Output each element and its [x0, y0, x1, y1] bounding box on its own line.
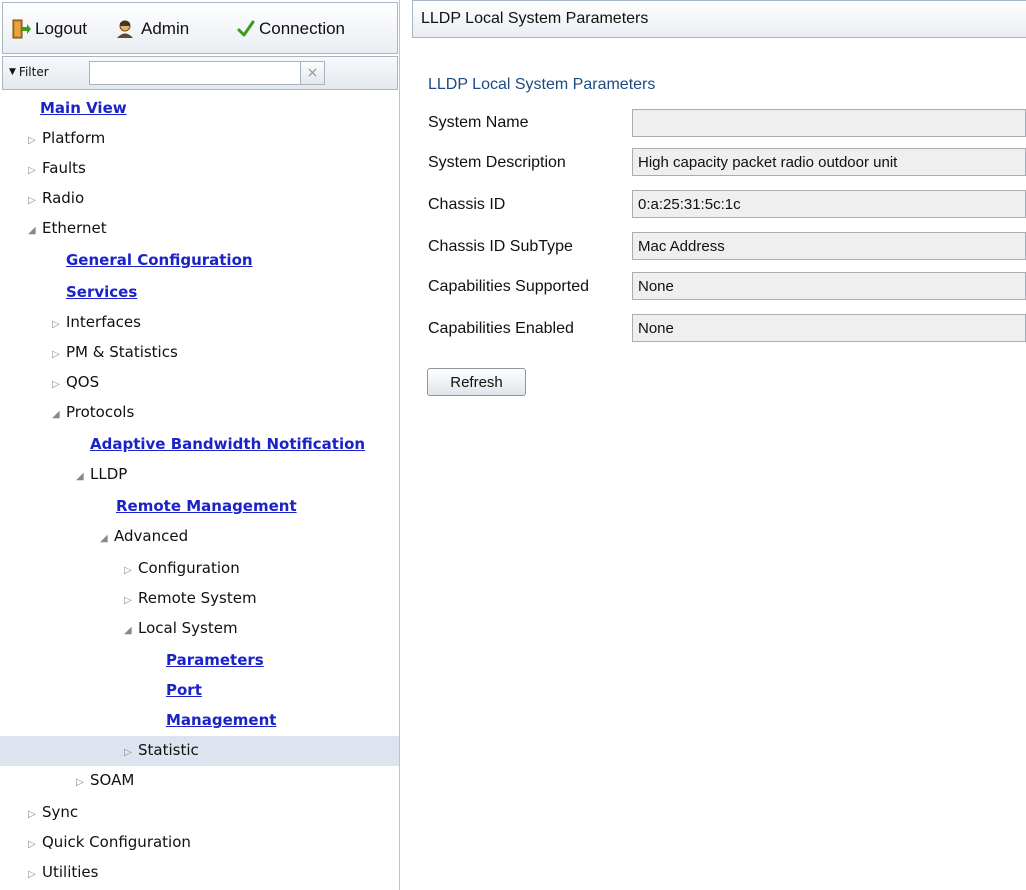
chevron-right-icon: ▷ [52, 379, 60, 390]
page-title: LLDP Local System Parameters [412, 0, 1026, 38]
refresh-button[interactable]: Refresh [427, 368, 526, 396]
tree-item-qos[interactable]: ▷ QOS [52, 368, 99, 396]
tree-item-label: PM & Statistics [66, 343, 178, 361]
tree-item-label: Quick Configuration [42, 833, 191, 851]
tree-item-label: Protocols [66, 403, 135, 421]
tree-item-faults[interactable]: ▷ Faults [28, 154, 86, 182]
tree-item-sync[interactable]: ▷ Sync [28, 798, 78, 826]
chevron-down-icon: ▼ [9, 67, 16, 77]
chevron-right-icon: ▷ [28, 195, 36, 206]
system-name-label: System Name [428, 114, 529, 131]
tree-item-label: Local System [138, 619, 238, 637]
tree-item-label: Radio [42, 189, 85, 207]
clear-icon[interactable]: × [301, 61, 325, 85]
checkmark-icon [237, 19, 255, 39]
tree-item-statistic[interactable]: ▷ Statistic [124, 736, 199, 764]
tree-item-label: Platform [42, 129, 106, 147]
filter-label: Filter [18, 65, 49, 79]
chassis-id-subtype-field[interactable] [632, 232, 1026, 260]
tree-item-utilities[interactable]: ▷ Utilities [28, 858, 98, 886]
tree-item-radio[interactable]: ▷ Radio [28, 184, 84, 212]
chevron-right-icon: ▷ [28, 165, 36, 176]
tree-item-label: Remote System [138, 589, 257, 607]
chassis-id-field[interactable] [632, 190, 1026, 218]
tree-item-ethernet[interactable]: ◢ Ethernet [28, 214, 107, 242]
tree-item-label: Sync [42, 803, 79, 821]
chevron-right-icon: ▷ [124, 595, 132, 606]
tree-item-port[interactable]: Port [166, 676, 202, 704]
system-description-field[interactable] [632, 148, 1026, 176]
tree-selection-highlight [0, 736, 399, 766]
tree-item-soam[interactable]: ▷ SOAM [76, 766, 134, 794]
connection-label: Connection [259, 19, 346, 38]
tree-item-remote-management[interactable]: Remote Management [116, 492, 297, 520]
tree-item-label: Interfaces [66, 313, 141, 331]
tree-item-label: Faults [42, 159, 86, 177]
capabilities-enabled-field[interactable] [632, 314, 1026, 342]
tree-item-label: Advanced [114, 527, 189, 545]
tree-item-main-view[interactable]: Main View [40, 94, 127, 122]
chevron-right-icon: ▷ [52, 349, 60, 360]
tree-item-label: Ethernet [42, 219, 107, 237]
filter-toggle[interactable]: ▼ Filter [9, 65, 49, 79]
capabilities-supported-field[interactable] [632, 272, 1026, 300]
chevron-right-icon: ▷ [28, 839, 36, 850]
connection-status[interactable]: Connection [237, 17, 345, 41]
chevron-down-icon: ◢ [124, 625, 132, 636]
chevron-right-icon: ▷ [52, 319, 60, 330]
tree-item-platform[interactable]: ▷ Platform [28, 124, 105, 152]
system-description-label: System Description [428, 154, 566, 171]
tree-item-interfaces[interactable]: ▷ Interfaces [52, 308, 141, 336]
tree-item-label: LLDP [90, 465, 128, 483]
tree-item-pm-statistics[interactable]: ▷ PM & Statistics [52, 338, 178, 366]
filter-bar: ▼ Filter × [2, 56, 398, 90]
tree-item-adaptive-bandwidth-notification[interactable]: Adaptive Bandwidth Notification [90, 430, 365, 458]
door-exit-icon [11, 19, 31, 39]
capabilities-supported-label: Capabilities Supported [428, 278, 589, 295]
tree-item-services[interactable]: Services [66, 278, 137, 306]
tree-item-configuration[interactable]: ▷ Configuration [124, 554, 240, 582]
tree-item-label: SOAM [90, 771, 135, 789]
chassis-id-subtype-label: Chassis ID SubType [428, 238, 573, 255]
chevron-right-icon: ▷ [124, 565, 132, 576]
chevron-down-icon: ◢ [52, 409, 60, 420]
tree-item-general-configuration[interactable]: General Configuration [66, 246, 253, 274]
tree-item-advanced[interactable]: ◢ Advanced [100, 522, 188, 550]
content-panel: LLDP Local System Parameters LLDP Local … [412, 0, 1026, 890]
tree-item-label: QOS [66, 373, 100, 391]
tree-item-label: Utilities [42, 863, 99, 881]
tree-item-label: Configuration [138, 559, 240, 577]
chevron-right-icon: ▷ [28, 809, 36, 820]
section-title: LLDP Local System Parameters [428, 76, 656, 93]
navigation-panel: Logout Admin Connection ▼ Filter × Main … [0, 0, 400, 890]
tree-item-local-system[interactable]: ◢ Local System [124, 614, 238, 642]
tree-item-quick-configuration[interactable]: ▷ Quick Configuration [28, 828, 191, 856]
tree-item-lldp[interactable]: ◢ LLDP [76, 460, 127, 488]
admin-label: Admin [141, 19, 190, 38]
filter-input[interactable] [89, 61, 301, 85]
admin-button[interactable]: Admin [115, 17, 189, 41]
tree-item-remote-system[interactable]: ▷ Remote System [124, 584, 257, 612]
tree-item-protocols[interactable]: ◢ Protocols [52, 398, 134, 426]
chevron-down-icon: ◢ [76, 471, 84, 482]
chassis-id-label: Chassis ID [428, 196, 506, 213]
tree-item-parameters[interactable]: Parameters [166, 646, 264, 674]
logout-button[interactable]: Logout [11, 17, 87, 41]
session-toolbar: Logout Admin Connection [2, 2, 398, 54]
chevron-down-icon: ◢ [28, 225, 36, 236]
system-name-field[interactable] [632, 109, 1026, 137]
chevron-right-icon: ▷ [28, 135, 36, 146]
capabilities-enabled-label: Capabilities Enabled [428, 320, 574, 337]
tree-item-management[interactable]: Management [166, 706, 276, 734]
chevron-right-icon: ▷ [124, 747, 132, 758]
user-icon [115, 19, 135, 39]
logout-label: Logout [35, 19, 87, 38]
chevron-right-icon: ▷ [76, 777, 84, 788]
chevron-right-icon: ▷ [28, 869, 36, 880]
chevron-down-icon: ◢ [100, 533, 108, 544]
tree-item-label: Statistic [138, 741, 199, 759]
